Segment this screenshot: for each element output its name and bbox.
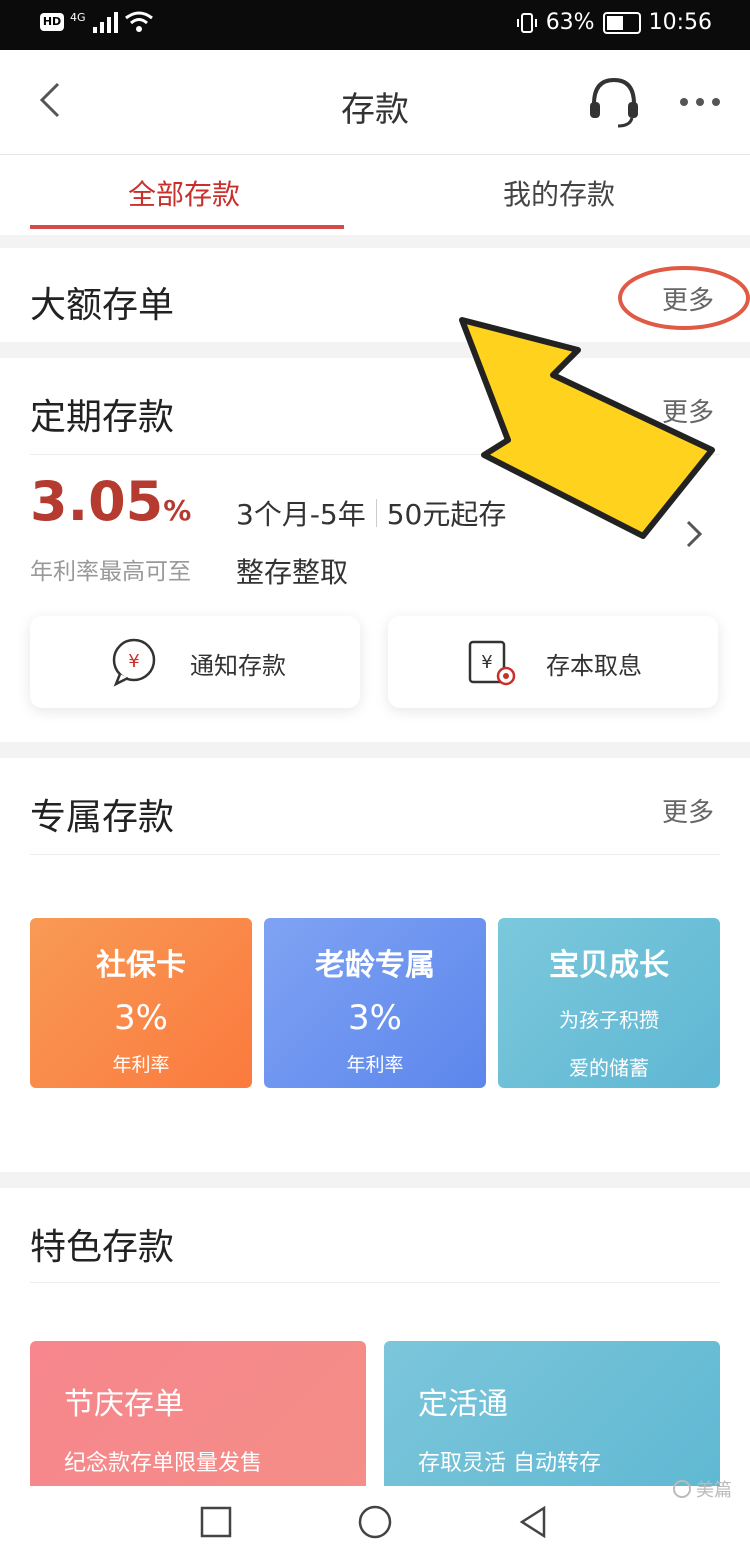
highlight-circle	[618, 266, 750, 330]
yellow-arrow-icon	[459, 317, 715, 539]
annotation-overlay	[459, 266, 750, 539]
